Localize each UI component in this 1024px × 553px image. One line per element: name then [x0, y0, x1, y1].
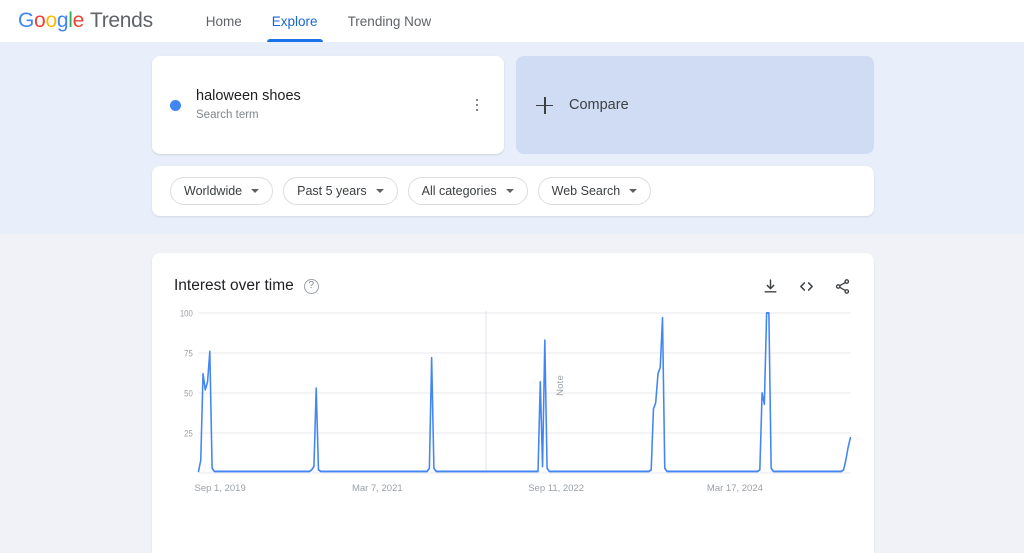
- x-axis-label: Sep 1, 2019: [194, 483, 246, 494]
- filter-chip-time-range[interactable]: Past 5 years: [283, 177, 398, 205]
- chart-header: Interest over time ?: [152, 253, 874, 301]
- svg-text:50: 50: [184, 388, 193, 399]
- query-row: haloween shoes Search term Compare: [0, 56, 1024, 154]
- compare-label: Compare: [569, 97, 629, 113]
- embed-code-icon[interactable]: [796, 276, 816, 296]
- filter-chip-search-type[interactable]: Web Search: [537, 177, 652, 205]
- logo-letter-g2: g: [56, 9, 69, 32]
- x-axis-label: Mar 7, 2021: [351, 483, 403, 494]
- chevron-down-icon: [505, 189, 514, 193]
- logo-letter-o1: o: [34, 9, 46, 32]
- filter-chip-time-range-label: Past 5 years: [297, 184, 367, 198]
- chevron-down-icon: [629, 189, 638, 193]
- kebab-dot-2: [475, 103, 479, 107]
- query-section: haloween shoes Search term Compare World…: [0, 42, 1024, 234]
- search-term-card[interactable]: haloween shoes Search term: [152, 56, 504, 154]
- svg-text:100: 100: [180, 309, 193, 319]
- main-nav: Home Explore Trending Now: [193, 0, 444, 42]
- download-icon[interactable]: [760, 276, 780, 296]
- compare-card[interactable]: Compare: [516, 56, 874, 154]
- logo-letter-o2: o: [45, 9, 57, 32]
- filter-chip-search-type-label: Web Search: [551, 184, 621, 198]
- chevron-down-icon: [375, 189, 384, 193]
- filter-chip-category-label: All categories: [421, 184, 497, 198]
- nav-item-trending-now[interactable]: Trending Now: [335, 0, 445, 42]
- x-axis-label: Mar 17, 2024: [706, 483, 763, 494]
- filter-chip-category[interactable]: All categories: [407, 177, 528, 205]
- chart-note-annotation: Note: [555, 375, 566, 396]
- chevron-down-icon: [251, 189, 260, 193]
- chart-toolbar: [760, 276, 852, 296]
- nav-item-home[interactable]: Home: [193, 0, 255, 42]
- logo-trends-word: Trends: [89, 9, 153, 32]
- interest-over-time-card: Interest over time ? 100 75 50 25 Note S…: [152, 253, 874, 553]
- filter-chip-location-label: Worldwide: [184, 184, 243, 198]
- filter-bar: Worldwide Past 5 years All categories We…: [152, 166, 874, 216]
- help-circle-icon[interactable]: ?: [303, 278, 319, 294]
- results-section: Interest over time ? 100 75 50 25 Note S…: [0, 234, 1024, 553]
- series-color-dot: [170, 99, 181, 111]
- chart-x-axis: Sep 1, 2019 Mar 7, 2021 Sep 11, 2022 Mar 17…: [174, 483, 852, 499]
- kebab-dot-1: [475, 98, 479, 102]
- svg-text:25: 25: [184, 428, 193, 439]
- plus-icon: [536, 96, 553, 114]
- search-term-value: haloween shoes: [196, 88, 301, 104]
- nav-item-explore[interactable]: Explore: [259, 0, 331, 42]
- svg-text:75: 75: [184, 348, 193, 359]
- google-trends-logo[interactable]: Google Trends: [16, 9, 153, 33]
- kebab-menu-icon[interactable]: [466, 94, 488, 116]
- filter-chip-location[interactable]: Worldwide: [170, 177, 274, 205]
- search-term-type: Search term: [196, 109, 259, 121]
- logo-letter-g: G: [18, 9, 35, 32]
- x-axis-label: Sep 11, 2022: [528, 483, 585, 494]
- search-term-text: haloween shoes Search term: [196, 87, 466, 123]
- logo-letter-e: e: [72, 9, 85, 32]
- interest-over-time-linechart[interactable]: 100 75 50 25: [174, 309, 852, 479]
- chart-plot-area[interactable]: 100 75 50 25 Note: [174, 309, 852, 479]
- share-icon[interactable]: [832, 276, 852, 296]
- app-header: Google Trends Home Explore Trending Now: [0, 0, 1024, 42]
- kebab-dot-3: [475, 108, 479, 112]
- page-title: Interest over time: [174, 277, 294, 294]
